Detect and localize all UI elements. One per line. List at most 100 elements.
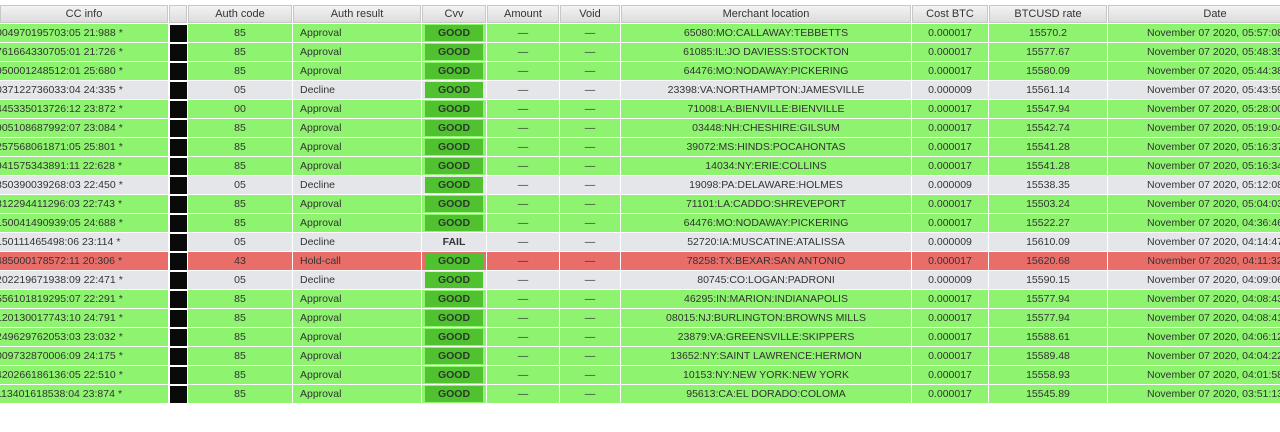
cc-info-text: 420266186136:05 22:510: [0, 369, 116, 381]
void-cell[interactable]: —: [560, 214, 620, 232]
table-row[interactable]: 257568061871:05 25:801 * 85 Approval GOOD — —3…: [0, 138, 1280, 156]
auth-code-cell: 85: [188, 138, 292, 156]
cost-btc-cell: 0.000017: [912, 119, 988, 137]
cvv-status-badge: GOOD: [425, 63, 483, 79]
table-row[interactable]: 812294411296:03 22:743 * 85 Approval GOOD — —7…: [0, 195, 1280, 213]
col-header-btcusd-rate[interactable]: BTCUSD rate: [989, 5, 1107, 23]
bin-redaction-box: [170, 290, 187, 308]
void-cell[interactable]: —: [560, 252, 620, 270]
void-cell[interactable]: —: [560, 62, 620, 80]
btcusd-rate-cell: 15541.28: [989, 157, 1107, 175]
void-cell[interactable]: —: [560, 24, 620, 42]
cvv-status-badge: GOOD: [425, 139, 483, 155]
bin-cell: [169, 119, 187, 137]
table-row[interactable]: 420266186136:05 22:510 * 85 Approval GOOD — —1…: [0, 366, 1280, 384]
table-row[interactable]: 445335013726:12 23:872 * 00 Approval GOOD — —7…: [0, 100, 1280, 118]
table-row[interactable]: 037122736033:04 24:335 * 05 Decline GOOD — —23…: [0, 81, 1280, 99]
auth-code-cell: 85: [188, 24, 292, 42]
col-header-amount[interactable]: Amount: [487, 5, 559, 23]
table-row[interactable]: 113401618538:04 23:874 * 85 Approval GOOD — —9…: [0, 385, 1280, 403]
cost-btc-cell: 0.000017: [912, 309, 988, 327]
cc-info-text: 812294411296:03 22:743: [0, 198, 115, 210]
cvv-status-badge: GOOD: [425, 386, 483, 402]
void-cell[interactable]: —: [560, 309, 620, 327]
auth-code-cell: 05: [188, 81, 292, 99]
col-header-void[interactable]: Void: [560, 5, 620, 23]
void-cell[interactable]: —: [560, 81, 620, 99]
col-header-cost-btc[interactable]: Cost BTC: [912, 5, 988, 23]
void-cell[interactable]: —: [560, 100, 620, 118]
table-row[interactable]: 150111465498:06 23:114 * 05 Decline FAIL — —52…: [0, 233, 1280, 251]
cvv-status-badge: GOOD: [425, 215, 483, 231]
table-row[interactable]: 249629762053:03 23:032 * 85 Approval GOOD — —2…: [0, 328, 1280, 346]
void-cell[interactable]: —: [560, 271, 620, 289]
void-cell[interactable]: —: [560, 176, 620, 194]
merchant-location-cell: 23879:VA:GREENSVILLE:SKIPPERS: [621, 328, 911, 346]
date-cell: November 07 2020, 04:11:32: [1108, 252, 1280, 270]
cvv-status-badge: GOOD: [425, 25, 483, 41]
merchant-location-cell: 23398:VA:NORTHAMPTON:JAMESVILLE: [621, 81, 911, 99]
amount-cell: —: [487, 24, 559, 42]
table-header-row: CC info Auth code Auth result Cvv Amount…: [0, 5, 1280, 23]
col-header-auth-code[interactable]: Auth code: [188, 5, 292, 23]
cc-info-wrap: 350390039268:03 22:450 *: [0, 179, 123, 191]
cvv-cell: GOOD: [422, 366, 486, 384]
cost-btc-cell: 0.000017: [912, 24, 988, 42]
table-row[interactable]: 350390039268:03 22:450 * 05 Decline GOOD — —19…: [0, 176, 1280, 194]
table-row[interactable]: 761664330705:01 21:726 * 85 Approval GOOD — —6…: [0, 43, 1280, 61]
void-cell[interactable]: —: [560, 290, 620, 308]
void-cell[interactable]: —: [560, 138, 620, 156]
void-cell[interactable]: —: [560, 366, 620, 384]
cc-info-star: *: [118, 65, 123, 77]
btcusd-rate-cell: 15558.93: [989, 366, 1107, 384]
table-row[interactable]: 004970195703:05 21:988 * 85 Approval GOOD — —6…: [0, 24, 1280, 42]
col-header-auth-result[interactable]: Auth result: [293, 5, 421, 23]
col-header-date[interactable]: Date: [1108, 5, 1280, 23]
table-row[interactable]: 905108687992:07 23:084 * 85 Approval GOOD — —0…: [0, 119, 1280, 137]
bin-redaction-box: [170, 176, 187, 194]
table-row[interactable]: 120130017743:10 24:791 * 85 Approval GOOD — —0…: [0, 309, 1280, 327]
table-row[interactable]: 009732870006:09 24:175 * 85 Approval GOOD — —1…: [0, 347, 1280, 365]
table-row[interactable]: 150041490939:05 24:688 * 85 Approval GOOD — —6…: [0, 214, 1280, 232]
cc-info-text: 249629762053:03 23:032: [0, 331, 116, 343]
cc-info-star: *: [118, 141, 123, 153]
void-cell[interactable]: —: [560, 328, 620, 346]
auth-result-cell: Approval: [293, 214, 421, 232]
void-cell[interactable]: —: [560, 157, 620, 175]
auth-result-cell: Approval: [293, 195, 421, 213]
auth-result-cell: Approval: [293, 309, 421, 327]
table-row[interactable]: 950001248512:01 25:680 * 85 Approval GOOD — —6…: [0, 62, 1280, 80]
bin-redaction-box: [170, 81, 187, 99]
merchant-location-cell: 13652:NY:SAINT LAWRENCE:HERMON: [621, 347, 911, 365]
cvv-cell: GOOD: [422, 195, 486, 213]
void-cell[interactable]: —: [560, 347, 620, 365]
void-cell[interactable]: —: [560, 119, 620, 137]
void-cell[interactable]: —: [560, 385, 620, 403]
col-header-cvv[interactable]: Cvv: [422, 5, 486, 23]
date-cell: November 07 2020, 04:08:41: [1108, 309, 1280, 327]
table-row[interactable]: 485000178572:11 20:306 * 43 Hold-call GOOD — —…: [0, 252, 1280, 270]
cc-info-star: *: [117, 255, 123, 267]
transactions-table-wrapper: CC info Auth code Auth result Cvv Amount…: [0, 4, 1280, 404]
amount-cell: —: [487, 366, 559, 384]
merchant-location-cell: 95613:CA:EL DORADO:COLOMA: [621, 385, 911, 403]
table-row[interactable]: 941575343891:11 22:628 * 85 Approval GOOD — —1…: [0, 157, 1280, 175]
cvv-status-badge: GOOD: [425, 253, 483, 269]
date-cell: November 07 2020, 05:28:00: [1108, 100, 1280, 118]
btcusd-rate-cell: 15580.09: [989, 62, 1107, 80]
cc-info-wrap: 120130017743:10 24:791 *: [0, 312, 123, 324]
auth-code-cell: 85: [188, 119, 292, 137]
void-cell[interactable]: —: [560, 43, 620, 61]
btcusd-rate-cell: 15561.14: [989, 81, 1107, 99]
merchant-location-cell: 10153:NY:NEW YORK:NEW YORK: [621, 366, 911, 384]
cc-info-star: *: [116, 236, 121, 248]
col-header-cc-info[interactable]: CC info: [0, 5, 168, 23]
table-row[interactable]: 202219671938:09 22:471 * 05 Decline GOOD — —80…: [0, 271, 1280, 289]
void-cell[interactable]: —: [560, 195, 620, 213]
table-row[interactable]: 556101819295:07 22:291 * 85 Approval GOOD — —4…: [0, 290, 1280, 308]
bin-redaction-box: [170, 138, 187, 156]
col-header-merchant-location[interactable]: Merchant location: [621, 5, 911, 23]
bin-redaction-box: [170, 100, 187, 118]
void-cell[interactable]: —: [560, 233, 620, 251]
bin-cell: [169, 271, 187, 289]
